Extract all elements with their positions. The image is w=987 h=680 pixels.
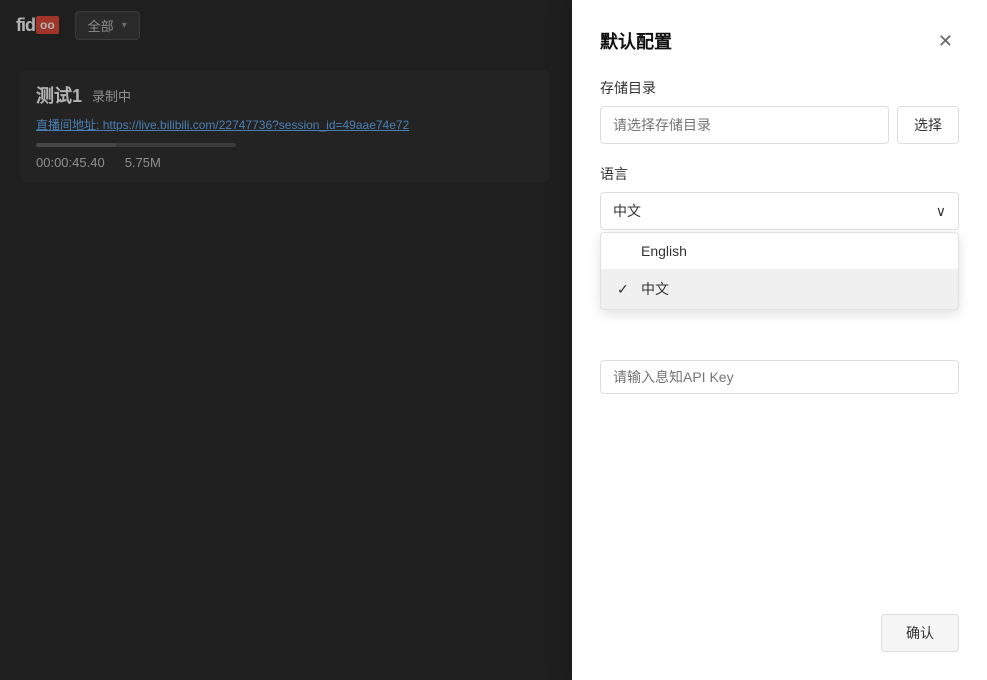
modal-panel: 默认配置 ✕ 存储目录 选择 语言 中文 ∨ English ✓: [572, 0, 987, 680]
modal-footer: 确认: [881, 614, 959, 652]
chevron-down-icon: ∨: [936, 203, 946, 220]
language-current-value: 中文: [613, 201, 641, 221]
language-dropdown: English ✓ 中文: [600, 232, 959, 310]
api-key-section: [600, 360, 959, 394]
storage-input-row: 选择: [600, 106, 959, 144]
check-mark-chinese: ✓: [617, 281, 633, 298]
storage-input[interactable]: [600, 106, 889, 144]
storage-section: 存储目录 选择: [600, 78, 959, 144]
language-option-chinese-label: 中文: [641, 279, 669, 299]
api-key-input[interactable]: [600, 360, 959, 394]
language-section: 语言 中文 ∨ English ✓ 中文: [600, 164, 959, 230]
modal-header: 默认配置 ✕: [600, 28, 959, 54]
storage-label: 存储目录: [600, 78, 959, 98]
language-label: 语言: [600, 164, 959, 184]
language-select-display[interactable]: 中文 ∨: [600, 192, 959, 230]
language-option-english-label: English: [641, 243, 687, 259]
confirm-button[interactable]: 确认: [881, 614, 959, 652]
close-button[interactable]: ✕: [932, 30, 959, 52]
language-select-wrapper: 中文 ∨ English ✓ 中文: [600, 192, 959, 230]
select-folder-button[interactable]: 选择: [897, 106, 959, 144]
language-option-chinese[interactable]: ✓ 中文: [601, 269, 958, 309]
modal-title: 默认配置: [600, 28, 672, 54]
language-option-english[interactable]: English: [601, 233, 958, 269]
